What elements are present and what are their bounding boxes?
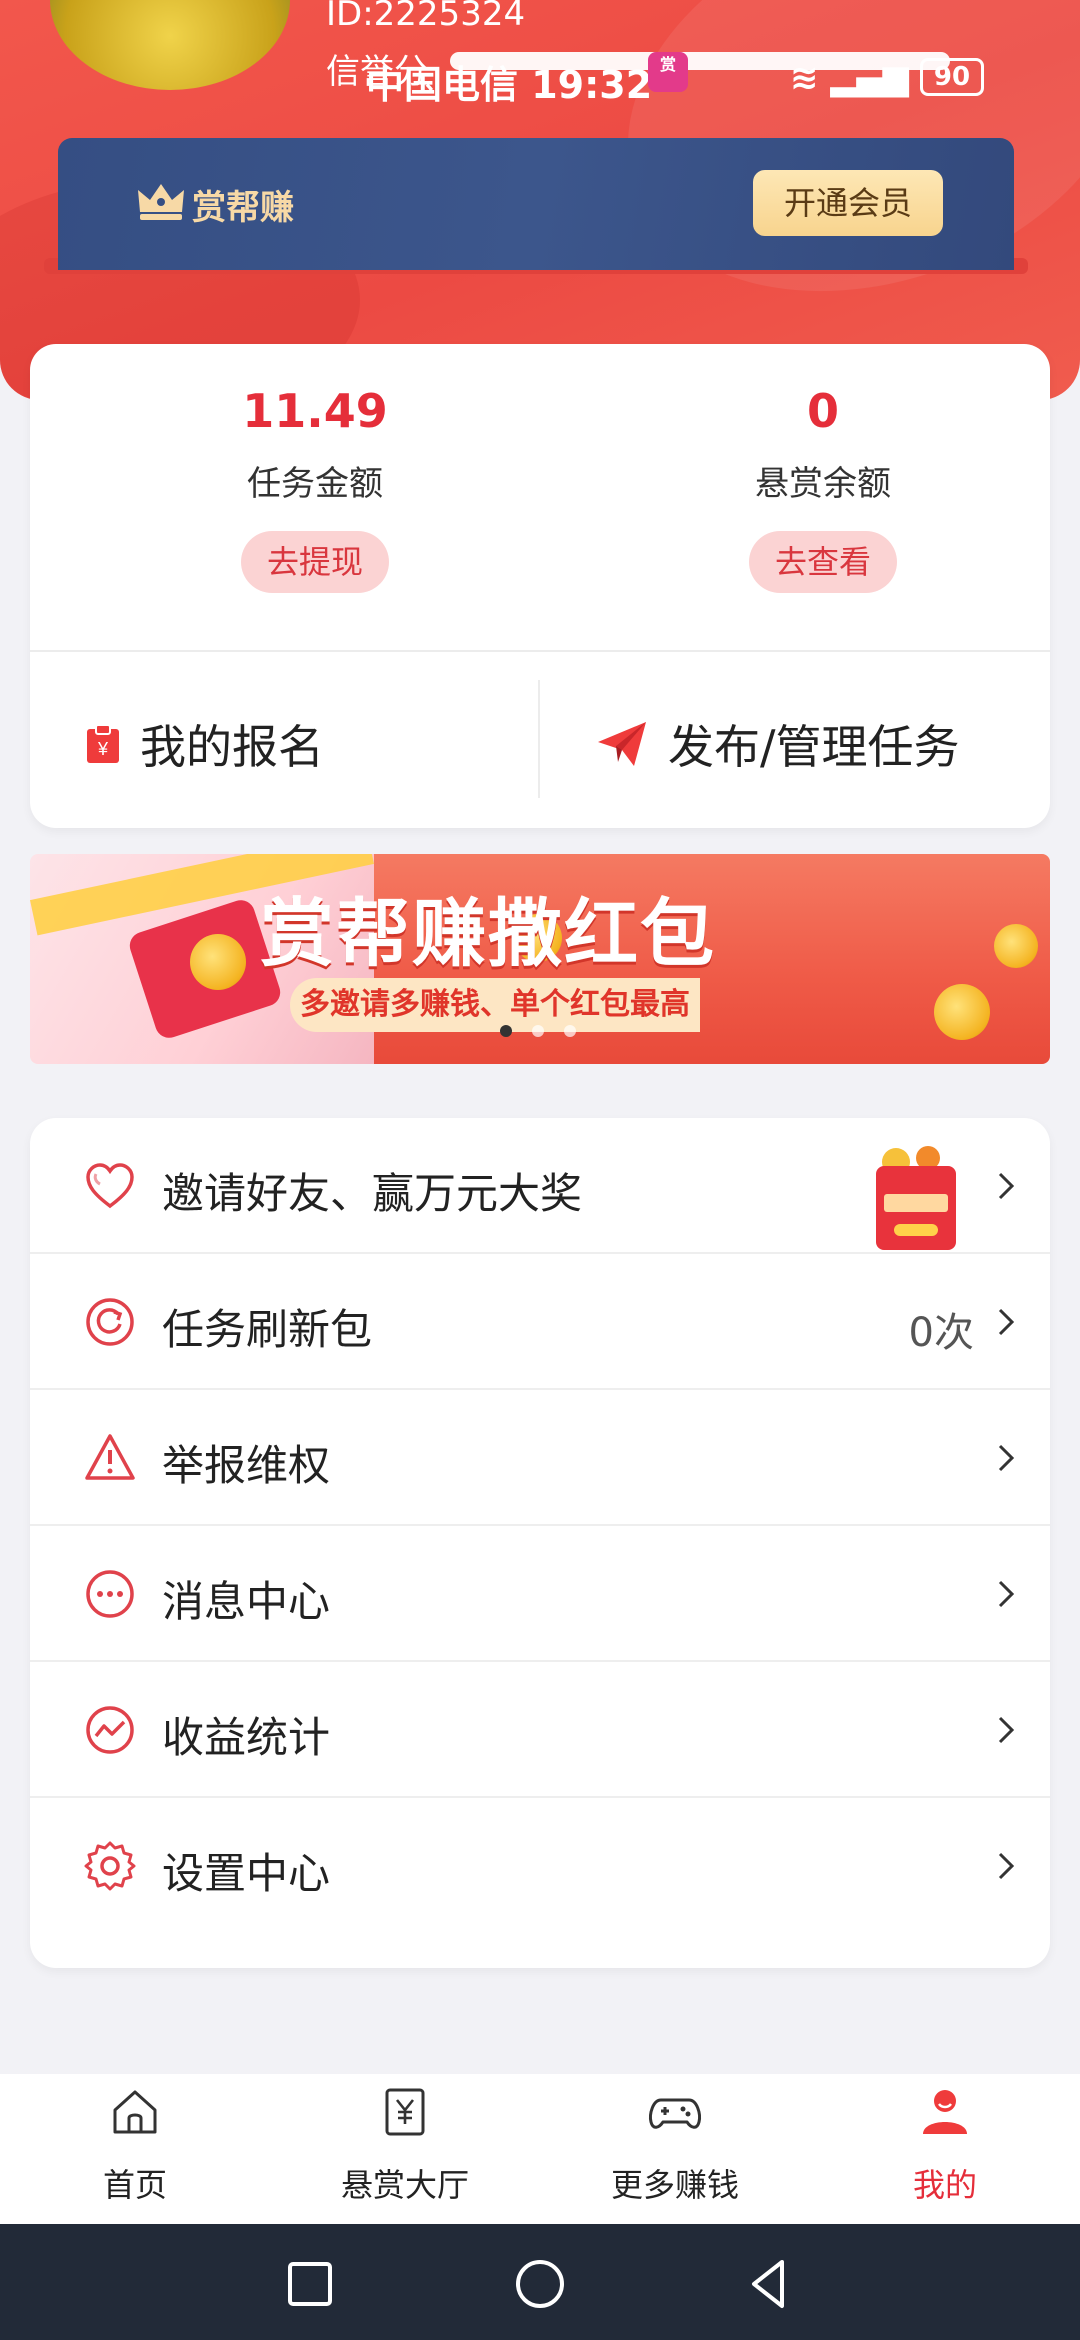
task-amount-label: 任务金额 <box>247 464 383 504</box>
chevron-right-icon <box>998 1172 1015 1200</box>
chart-icon <box>86 1706 134 1754</box>
user-id: ID:2225324 <box>326 0 526 34</box>
chevron-right-icon <box>998 1444 1015 1472</box>
pagination-dot[interactable] <box>564 1025 576 1037</box>
yen-doc-icon <box>385 2088 425 2136</box>
chevron-right-icon <box>998 1308 1015 1336</box>
menu-label: 消息中心 <box>162 1577 331 1626</box>
status-bar: 中国电信 19:32 赏 ≋ ▂▄▆ 90 <box>360 48 1040 108</box>
menu-label: 邀请好友、赢万元大奖 <box>162 1169 583 1218</box>
battery-icon: 90 <box>920 58 984 96</box>
menu-item-settings[interactable]: 设置中心 <box>30 1798 1050 1934</box>
withdraw-button[interactable]: 去提现 <box>241 531 389 593</box>
gamepad-icon <box>649 2098 701 2129</box>
app-notification-icon: 赏 <box>648 52 688 92</box>
home-circle-icon[interactable] <box>510 2254 570 2314</box>
crown-icon <box>138 184 184 220</box>
menu-label: 任务刷新包 <box>162 1305 373 1354</box>
menu-label: 设置中心 <box>162 1849 331 1898</box>
heart-icon <box>86 1163 134 1209</box>
task-amount-value: 11.49 <box>242 384 388 438</box>
menu-item-report[interactable]: 举报维权 <box>30 1390 1050 1526</box>
refresh-count: 0次 <box>908 1310 974 1356</box>
reward-balance-label: 悬赏余额 <box>755 464 891 504</box>
chevron-right-icon <box>998 1716 1015 1744</box>
menu-item-invite-friends[interactable]: 邀请好友、赢万元大奖 <box>30 1118 1050 1254</box>
pagination-dot[interactable] <box>532 1025 544 1037</box>
menu-item-earnings-stats[interactable]: 收益统计 <box>30 1662 1050 1798</box>
banner-subtitle: 多邀请多赚钱、单个红包最高 <box>290 978 700 1032</box>
nav-label: 悬赏大厅 <box>340 2166 469 2204</box>
publish-manage-tasks-button[interactable]: 发布/管理任务 <box>596 684 960 804</box>
avatar[interactable] <box>50 0 290 90</box>
system-navigation-bar <box>0 2224 1080 2340</box>
menu-label: 收益统计 <box>162 1713 331 1762</box>
chevron-right-icon <box>998 1852 1015 1880</box>
pagination-dot[interactable] <box>500 1025 512 1037</box>
nav-reward-hall[interactable]: 悬赏大厅 <box>270 2074 540 2224</box>
nav-mine[interactable]: 我的 <box>810 2074 1080 2224</box>
signal-icon: ≋ ▂▄▆ <box>790 58 909 98</box>
svg-text:¥: ¥ <box>97 739 109 759</box>
clipboard-yen-icon: ¥ <box>87 724 119 763</box>
reward-balance-value: 0 <box>806 384 839 438</box>
vip-card[interactable]: 赏帮赚 开通会员 <box>58 138 1014 270</box>
message-icon <box>86 1570 134 1618</box>
gift-envelope-icon <box>876 1146 956 1250</box>
reward-balance-section: 0 悬赏余额 去查看 <box>673 384 973 593</box>
nav-label: 我的 <box>912 2166 977 2204</box>
divider <box>538 680 540 798</box>
menu-item-messages[interactable]: 消息中心 <box>30 1526 1050 1662</box>
recent-apps-icon[interactable] <box>280 2254 340 2314</box>
open-membership-button[interactable]: 开通会员 <box>753 170 943 236</box>
publish-manage-tasks-label: 发布/管理任务 <box>668 720 960 774</box>
refresh-icon <box>86 1298 134 1346</box>
gear-icon <box>84 1841 136 1891</box>
menu-item-task-refresh[interactable]: 任务刷新包 0次 <box>30 1254 1050 1390</box>
balance-card: 11.49 任务金额 去提现 0 悬赏余额 去查看 ¥ 我的报名 发布/管理任务 <box>30 344 1050 828</box>
warning-icon <box>85 1434 135 1480</box>
chevron-right-icon <box>998 1580 1015 1608</box>
nav-more-earn[interactable]: 更多赚钱 <box>540 2074 810 2224</box>
banner-pagination <box>500 1022 596 1041</box>
home-icon <box>113 2090 157 2134</box>
nav-label: 首页 <box>102 2166 167 2204</box>
vip-brand: 赏帮赚 <box>192 188 294 228</box>
menu-list: 邀请好友、赢万元大奖 任务刷新包 0次 举报维权 消息中心 收益统计 设置中心 <box>30 1118 1050 1968</box>
paper-plane-icon <box>598 722 646 766</box>
view-reward-button[interactable]: 去查看 <box>749 531 897 593</box>
nav-label: 更多赚钱 <box>610 2166 739 2204</box>
my-signups-button[interactable]: ¥ 我的报名 <box>86 684 324 804</box>
banner-title: 赏帮赚撒红包 <box>260 891 716 977</box>
promo-banner[interactable]: 赏帮赚撒红包 多邀请多赚钱、单个红包最高 <box>30 854 1050 1064</box>
person-icon <box>923 2090 967 2134</box>
menu-label: 举报维权 <box>162 1441 331 1490</box>
my-signups-label: 我的报名 <box>140 720 324 774</box>
nav-home[interactable]: 首页 <box>0 2074 270 2224</box>
divider <box>30 650 1050 652</box>
back-icon[interactable] <box>740 2254 800 2314</box>
bottom-navigation: 首页 悬赏大厅 更多赚钱 我的 <box>0 2074 1080 2224</box>
task-amount-section: 11.49 任务金额 去提现 <box>165 384 465 593</box>
